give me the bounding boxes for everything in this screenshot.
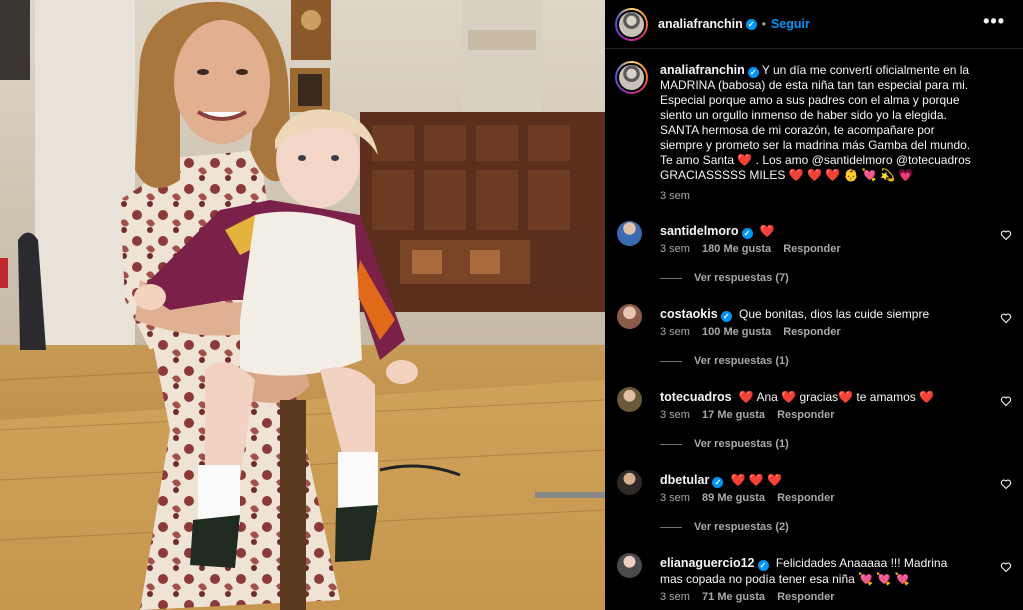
more-options-icon[interactable]: ••• bbox=[983, 11, 1005, 32]
post-side-panel: analiafranchin ✓ • Seguir ••• analiafran… bbox=[605, 0, 1023, 610]
comment-timestamp[interactable]: 3 sem bbox=[660, 243, 690, 255]
comment-body: elianaguercio12 ✓ Felicidades Anaaaaa !!!… bbox=[660, 555, 970, 587]
comment-timestamp[interactable]: 3 sem bbox=[660, 326, 690, 338]
verified-badge-icon: ✓ bbox=[747, 67, 759, 78]
replies-divider bbox=[660, 526, 682, 528]
reply-button[interactable]: Responder bbox=[777, 591, 834, 603]
comment-meta: 3 sem 100 Me gusta Responder bbox=[660, 326, 850, 338]
commenter-username[interactable]: elianaguercio12 bbox=[660, 556, 755, 570]
caption-text: Y un día me convertí oficialmente en la … bbox=[660, 63, 971, 182]
comment-timestamp[interactable]: 3 sem bbox=[660, 409, 690, 421]
commenter-avatar[interactable] bbox=[617, 553, 642, 578]
comment-body: costaokis ✓ Que bonitas, dios las cuide s… bbox=[660, 306, 970, 322]
caption-username[interactable]: analiafranchin bbox=[660, 63, 745, 77]
verified-badge-icon: ✓ bbox=[720, 311, 732, 322]
replies-divider bbox=[660, 277, 682, 279]
caption-text-block: analiafranchin ✓ Y un día me convertí ofi… bbox=[660, 63, 980, 183]
caption-author-avatar[interactable] bbox=[615, 61, 648, 94]
view-replies-button[interactable]: Ver respuestas (1) bbox=[660, 355, 789, 367]
view-replies-button[interactable]: Ver respuestas (2) bbox=[660, 521, 789, 533]
comment-likes[interactable]: 180 Me gusta bbox=[702, 243, 771, 255]
post-photo[interactable] bbox=[0, 0, 605, 610]
comment-likes[interactable]: 17 Me gusta bbox=[702, 409, 765, 421]
commenter-avatar[interactable] bbox=[617, 304, 642, 329]
view-replies-label: Ver respuestas (1) bbox=[694, 438, 789, 450]
view-replies-label: Ver respuestas (2) bbox=[694, 521, 789, 533]
like-comment-heart-icon[interactable] bbox=[1000, 478, 1012, 490]
like-comment-heart-icon[interactable] bbox=[1000, 561, 1012, 573]
verified-badge-icon: ✓ bbox=[757, 560, 769, 571]
reply-button[interactable]: Responder bbox=[783, 326, 840, 338]
replies-divider bbox=[660, 360, 682, 362]
comment-likes[interactable]: 71 Me gusta bbox=[702, 591, 765, 603]
view-replies-label: Ver respuestas (1) bbox=[694, 355, 789, 367]
comment-text: ❤️ bbox=[759, 224, 775, 238]
like-comment-heart-icon[interactable] bbox=[1000, 395, 1012, 407]
author-username[interactable]: analiafranchin bbox=[658, 17, 743, 31]
commenter-avatar[interactable] bbox=[617, 387, 642, 412]
comment-meta: 3 sem 17 Me gusta Responder bbox=[660, 409, 844, 421]
comment-likes[interactable]: 89 Me gusta bbox=[702, 492, 765, 504]
follow-button[interactable]: Seguir bbox=[771, 17, 810, 31]
verified-badge-icon: ✓ bbox=[712, 477, 724, 488]
commenter-username[interactable]: dbetular bbox=[660, 473, 709, 487]
comment-meta: 3 sem 71 Me gusta Responder bbox=[660, 591, 844, 603]
comment-body: santidelmoro ✓ ❤️ bbox=[660, 223, 970, 239]
author-avatar[interactable] bbox=[615, 7, 648, 41]
post-image bbox=[0, 0, 605, 610]
comment-body: dbetular ✓ ❤️ ❤️ ❤️ bbox=[660, 472, 970, 488]
reply-button[interactable]: Responder bbox=[777, 492, 834, 504]
reply-button[interactable]: Responder bbox=[783, 243, 840, 255]
comment-body: totecuadros ❤️ Ana ❤️ gracias❤️ te amamo… bbox=[660, 389, 970, 405]
view-replies-button[interactable]: Ver respuestas (7) bbox=[660, 272, 789, 284]
verified-badge-icon: ✓ bbox=[741, 228, 753, 239]
comment-meta: 3 sem 89 Me gusta Responder bbox=[660, 492, 844, 504]
commenter-username[interactable]: santidelmoro bbox=[660, 224, 739, 238]
reply-button[interactable]: Responder bbox=[777, 409, 834, 421]
comment-text: ❤️ Ana ❤️ gracias❤️ te amamos ❤️ bbox=[738, 390, 935, 404]
commenter-avatar[interactable] bbox=[617, 221, 642, 246]
comment-text: Que bonitas, dios las cuide siempre bbox=[739, 307, 930, 321]
separator-dot: • bbox=[761, 17, 766, 31]
comment-likes[interactable]: 100 Me gusta bbox=[702, 326, 771, 338]
commenter-username[interactable]: costaokis bbox=[660, 307, 718, 321]
comment-timestamp[interactable]: 3 sem bbox=[660, 591, 690, 603]
commenter-username[interactable]: totecuadros bbox=[660, 390, 732, 404]
caption-timestamp[interactable]: 3 sem bbox=[660, 190, 690, 202]
post-header: analiafranchin ✓ • Seguir ••• bbox=[605, 0, 1023, 49]
like-comment-heart-icon[interactable] bbox=[1000, 312, 1012, 324]
view-replies-label: Ver respuestas (7) bbox=[694, 272, 789, 284]
like-comment-heart-icon[interactable] bbox=[1000, 229, 1012, 241]
commenter-avatar[interactable] bbox=[617, 470, 642, 495]
comment-text: ❤️ ❤️ ❤️ bbox=[730, 473, 783, 487]
view-replies-button[interactable]: Ver respuestas (1) bbox=[660, 438, 789, 450]
verified-badge-icon: ✓ bbox=[745, 18, 757, 30]
comment-meta: 3 sem 180 Me gusta Responder bbox=[660, 243, 850, 255]
comment-timestamp[interactable]: 3 sem bbox=[660, 492, 690, 504]
replies-divider bbox=[660, 443, 682, 445]
